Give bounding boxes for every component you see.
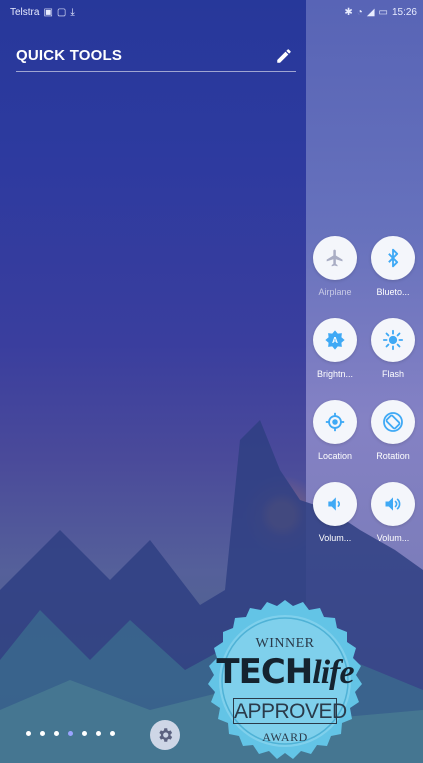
wifi-status-icon: ◔ (356, 6, 363, 18)
screenshot-icon: ▢ (56, 6, 67, 18)
page-dot[interactable] (82, 731, 87, 736)
tool-label-brightness: Brightn... (316, 369, 354, 379)
clock: 15:26 (391, 6, 417, 18)
tool-label-volume-down: Volum... (318, 533, 352, 543)
tool-volume-down[interactable]: Volum... (306, 482, 364, 543)
download-icon: ⤓ (70, 6, 75, 18)
badge-winner-text: WINNER (255, 636, 315, 651)
notification-icon: ▣ (43, 6, 53, 18)
volume-down-icon (328, 497, 341, 511)
tool-flash[interactable]: Flash (364, 318, 422, 379)
bluetooth-button[interactable] (371, 236, 415, 280)
status-right: ✱ ◔ ◢ ▭ 15:26 (344, 7, 417, 18)
svg-text:A: A (332, 336, 338, 345)
tool-label-location: Location (317, 451, 353, 461)
gear-icon (159, 728, 173, 742)
tool-airplane[interactable]: Airplane (306, 236, 364, 297)
quick-tools-header: QUICK TOOLS (16, 40, 296, 72)
tool-label-rotation: Rotation (376, 451, 410, 461)
airplane-icon (326, 249, 343, 267)
tool-label-flash: Flash (381, 369, 404, 379)
volume-up-button[interactable] (371, 482, 415, 526)
badge-brand: TECHlife (200, 652, 370, 692)
tool-location[interactable]: Location (306, 400, 364, 461)
flash-button[interactable] (371, 318, 415, 362)
award-badge: WINNER TECHlife APPROVED AWARD (200, 596, 370, 763)
edit-button[interactable] (272, 44, 296, 68)
quick-tools-title: QUICK TOOLS (16, 47, 123, 64)
brightness-button[interactable]: A (313, 318, 357, 362)
location-button[interactable] (313, 400, 357, 444)
tool-bluetooth[interactable]: Blueto... (364, 236, 422, 297)
status-bar: Telstra ▣ ▢ ⤓ ✱ ◔ ◢ ▭ 15:26 (0, 0, 423, 24)
bluetooth-status-icon: ✱ (344, 6, 353, 18)
pencil-icon (277, 48, 291, 63)
tool-label-volume-up: Volum... (376, 533, 410, 543)
status-left: Telstra ▣ ▢ ⤓ (10, 7, 75, 18)
page-dot[interactable] (26, 731, 31, 736)
badge-brand-tech: TECH (216, 652, 313, 692)
volume-down-button[interactable] (313, 482, 357, 526)
bluetooth-icon (388, 248, 399, 268)
brightness-icon: A (325, 330, 345, 350)
home-screen: Telstra ▣ ▢ ⤓ ✱ ◔ ◢ ▭ 15:26 QUICK TOOLS (0, 0, 423, 763)
carrier-label: Telstra (10, 6, 40, 18)
page-dot-active[interactable] (68, 731, 73, 736)
volume-up-icon (385, 497, 401, 511)
rotation-icon (383, 412, 403, 432)
page-dot[interactable] (40, 731, 45, 736)
location-icon (325, 412, 345, 432)
page-indicator[interactable] (26, 731, 115, 736)
signal-icon: ◢ (366, 6, 375, 18)
badge-brand-life: life (312, 654, 354, 691)
page-dot[interactable] (54, 731, 59, 736)
tool-rotation[interactable]: Rotation (364, 400, 422, 461)
tool-brightness[interactable]: A Brightn... (306, 318, 364, 379)
page-dot[interactable] (110, 731, 115, 736)
tool-label-bluetooth: Blueto... (376, 287, 410, 297)
settings-button[interactable] (150, 720, 180, 750)
tool-label-airplane: Airplane (318, 287, 352, 297)
flash-icon (382, 329, 404, 351)
battery-icon: ▭ (378, 6, 388, 18)
airplane-button[interactable] (313, 236, 357, 280)
tool-volume-up[interactable]: Volum... (364, 482, 422, 543)
page-dot[interactable] (96, 731, 101, 736)
badge-award-text: AWARD (262, 730, 308, 744)
rotation-button[interactable] (371, 400, 415, 444)
badge-approved-text: APPROVED (233, 698, 347, 724)
